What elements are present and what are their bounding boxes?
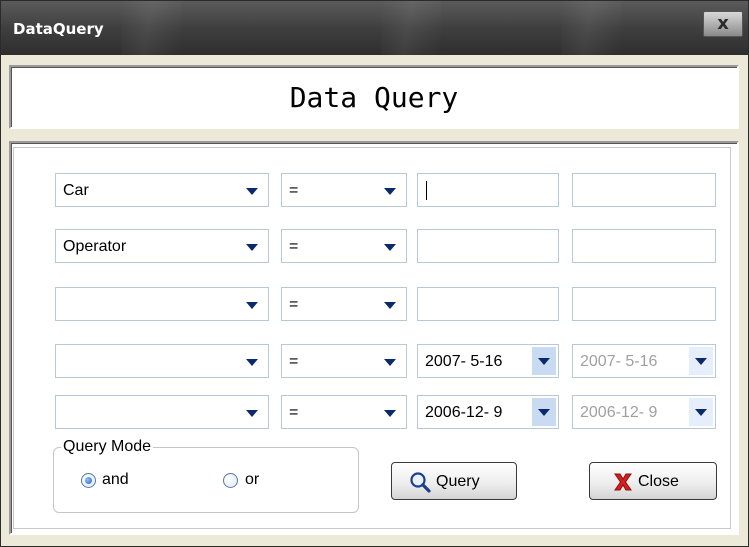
red-x-icon xyxy=(614,473,632,491)
value-input-2a[interactable] xyxy=(417,229,559,263)
query-button-label: Query xyxy=(436,473,480,490)
chevron-down-icon xyxy=(384,359,396,366)
operator-select-1[interactable]: = xyxy=(281,173,407,207)
query-button[interactable]: Query xyxy=(391,462,517,500)
value-input-3a[interactable] xyxy=(417,287,559,321)
field-select-5[interactable] xyxy=(55,395,269,429)
operator-select-5[interactable]: = xyxy=(281,395,407,429)
page-title: Data Query xyxy=(289,81,459,114)
data-query-window: DataQuery x Data Query Car = Operator = … xyxy=(0,0,749,547)
field-select-1[interactable]: Car xyxy=(55,173,269,207)
field-select-4[interactable] xyxy=(55,344,269,378)
chevron-down-icon xyxy=(384,244,396,251)
radio-or-label[interactable]: or xyxy=(245,471,259,489)
text-caret xyxy=(426,181,427,200)
date-value: 2007- 5-16 xyxy=(425,353,503,370)
title-bar-sheen xyxy=(561,1,621,55)
chevron-down-icon xyxy=(246,244,258,251)
calendar-dropdown-button xyxy=(689,398,713,426)
chevron-down-icon xyxy=(246,188,258,195)
title-bar-sheen xyxy=(121,1,181,55)
date-picker-4a[interactable]: 2007- 5-16 xyxy=(417,344,559,378)
calendar-dropdown-button[interactable] xyxy=(532,347,556,375)
operator-select-3[interactable]: = xyxy=(281,287,407,321)
query-mode-group xyxy=(53,447,359,513)
value-input-2b[interactable] xyxy=(572,229,716,263)
title-bar[interactable]: DataQuery x xyxy=(1,1,748,55)
date-value: 2006-12- 9 xyxy=(425,404,503,421)
close-button-label: Close xyxy=(638,473,679,490)
operator-select-value: = xyxy=(289,404,299,421)
chevron-down-icon xyxy=(384,188,396,195)
field-select-3[interactable] xyxy=(55,287,269,321)
field-select-value: Car xyxy=(63,182,89,199)
date-value: 2006-12- 9 xyxy=(580,404,658,421)
value-input-3b[interactable] xyxy=(572,287,716,321)
date-picker-5a[interactable]: 2006-12- 9 xyxy=(417,395,559,429)
magnifier-icon xyxy=(410,472,431,493)
operator-select-value: = xyxy=(289,238,299,255)
operator-select-value: = xyxy=(289,296,299,313)
calendar-dropdown-button[interactable] xyxy=(532,398,556,426)
operator-select-value: = xyxy=(289,182,299,199)
operator-select-2[interactable]: = xyxy=(281,229,407,263)
window-title: DataQuery xyxy=(13,20,104,38)
radio-or[interactable] xyxy=(223,473,238,488)
chevron-down-icon xyxy=(384,410,396,417)
date-picker-5b: 2006-12- 9 xyxy=(572,395,716,429)
header-panel: Data Query xyxy=(9,65,739,129)
chevron-down-icon xyxy=(246,359,258,366)
chevron-down-icon xyxy=(246,302,258,309)
title-bar-sheen xyxy=(381,1,441,55)
field-select-2[interactable]: Operator xyxy=(55,229,269,263)
date-value: 2007- 5-16 xyxy=(580,353,658,370)
date-picker-4b: 2007- 5-16 xyxy=(572,344,716,378)
calendar-dropdown-button xyxy=(689,347,713,375)
close-button[interactable]: Close xyxy=(589,462,717,500)
query-mode-label: Query Mode xyxy=(61,438,154,456)
window-close-button[interactable]: x xyxy=(703,11,743,37)
radio-and-label[interactable]: and xyxy=(102,471,129,489)
operator-select-value: = xyxy=(289,353,299,370)
chevron-down-icon xyxy=(246,410,258,417)
operator-select-4[interactable]: = xyxy=(281,344,407,378)
field-select-value: Operator xyxy=(63,238,127,255)
radio-and[interactable] xyxy=(81,473,96,488)
value-input-1a[interactable] xyxy=(417,173,559,207)
chevron-down-icon xyxy=(384,302,396,309)
value-input-1b[interactable] xyxy=(572,173,716,207)
